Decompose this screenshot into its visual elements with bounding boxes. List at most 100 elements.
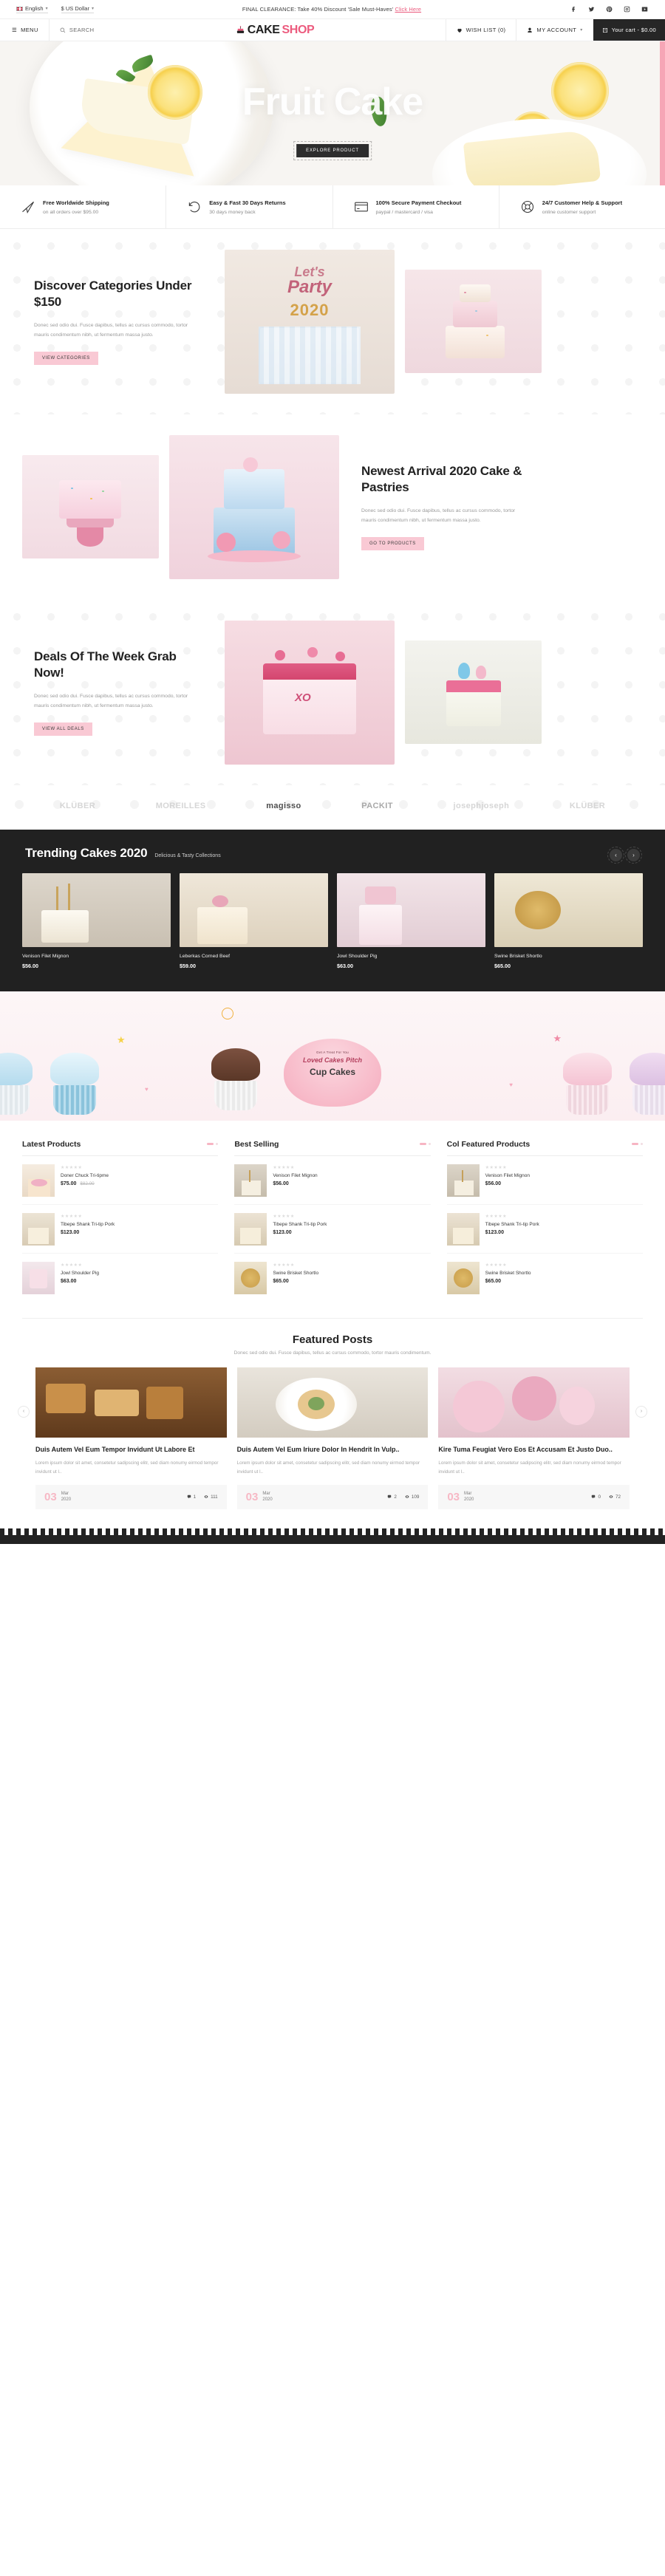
- promo-image-xo-cake[interactable]: XO: [225, 620, 395, 765]
- product-list-item[interactable]: ★★★★★ Jowl Shoulder Pig $63.00: [22, 1254, 218, 1302]
- nav-spacer-left: [104, 19, 225, 41]
- site-logo[interactable]: CAKE SHOP: [225, 19, 325, 41]
- view-categories-button[interactable]: VIEW CATEGORIES: [34, 352, 98, 366]
- menu-button[interactable]: ☰ MENU: [0, 19, 50, 41]
- column-carousel-dots[interactable]: [207, 1143, 219, 1146]
- promo-image-party-sign[interactable]: Let's Party 2020: [225, 249, 395, 394]
- post-meta: 03 Mar 2020 1 111: [35, 1484, 227, 1510]
- currency-selector[interactable]: $ US Dollar ▾: [61, 5, 94, 13]
- frosting-swirl-decor: [307, 646, 318, 657]
- promo-image-blue-tier-cake[interactable]: [169, 434, 339, 579]
- search-button[interactable]: SEARCH: [50, 19, 105, 41]
- cupcake-decor: [630, 1052, 665, 1115]
- product-card[interactable]: Venison Filet Mignon $56.00: [22, 872, 171, 969]
- footer-zigzag-divider: [0, 1528, 665, 1536]
- promo-image-pink-cake[interactable]: [22, 455, 159, 559]
- account-label: MY ACCOUNT: [536, 27, 577, 33]
- cart-button[interactable]: Your cart - $0.00: [593, 19, 665, 41]
- wishlist-button[interactable]: WISH LIST (0): [445, 19, 516, 41]
- blog-post-card[interactable]: Duis Autem Vel Eum Tempor Invidunt Ut La…: [35, 1367, 227, 1510]
- post-month: Mar: [464, 1491, 472, 1496]
- column-carousel-dots[interactable]: [419, 1143, 431, 1146]
- youtube-icon[interactable]: [641, 5, 649, 13]
- product-name: Venison Filet Mignon: [22, 953, 69, 959]
- product-list-item[interactable]: ★★★★★ Venison Filet Mignon $56.00: [234, 1156, 431, 1205]
- main-navigation: ☰ MENU SEARCH CAKE SHOP WISH LIST (0) MY…: [0, 19, 665, 41]
- product-name: Swine Brisket Shortlo: [485, 1270, 531, 1276]
- post-comments: 0: [591, 1494, 601, 1500]
- post-year: 2020: [262, 1497, 273, 1503]
- product-card[interactable]: Swine Brisket Shortlo $65.00: [494, 872, 643, 969]
- column-carousel-dots[interactable]: [631, 1143, 643, 1146]
- party-sign-line2: Party: [287, 276, 332, 297]
- product-list-item[interactable]: ★★★★★ Swine Brisket Shortlo $65.00: [446, 1254, 643, 1302]
- carousel-next-button[interactable]: ›: [625, 846, 642, 864]
- blog-post-card[interactable]: Duis Autem Vel Eum Iriure Dolor In Hendr…: [236, 1367, 429, 1510]
- brand-logo[interactable]: KLÜBER: [60, 802, 95, 810]
- views-count: 111: [211, 1494, 218, 1500]
- product-price: $123.00: [273, 1230, 430, 1235]
- cart-label: Your cart - $0.00: [611, 27, 656, 33]
- promo-section-categories: Discover Categories Under $150 Donec sed…: [0, 228, 665, 414]
- cupcake-promo-banner[interactable]: ★ ★ ♥ ♥ Get A Treat For You Loved Cakes …: [0, 991, 665, 1121]
- sprinkle-decor: [102, 491, 104, 492]
- feature-subtitle: 30 days money back: [209, 209, 256, 215]
- product-list-item[interactable]: ★★★★★ Tibepe Shank Tri-tip Pork $123.00: [234, 1205, 431, 1254]
- brand-logo[interactable]: KLÜBER: [570, 802, 605, 810]
- account-button[interactable]: MY ACCOUNT ▾: [516, 19, 593, 41]
- product-list-item[interactable]: ★★★★★ Venison Filet Mignon $56.00: [446, 1156, 643, 1205]
- product-column-featured: Col Featured Products ★★★★★ Venison File…: [446, 1139, 643, 1302]
- column-title: Best Selling: [234, 1139, 279, 1149]
- promo-image-tiered-cake[interactable]: [405, 270, 542, 374]
- product-list-item[interactable]: ★★★★★ Swine Brisket Shortlo $65.00: [234, 1254, 430, 1302]
- product-list-item[interactable]: ★★★★★ Tibepe Shank Tri-tip Pork $123.00: [446, 1205, 643, 1254]
- features-bar: Free Worldwide Shipping on all orders ov…: [0, 185, 665, 229]
- product-card[interactable]: Leberkas Corned Beef $59.00: [180, 872, 328, 969]
- cake-tier-decor: [453, 301, 497, 328]
- credit-card-icon: [354, 199, 369, 214]
- sprinkle-decor: [486, 335, 488, 336]
- carousel-prev-button[interactable]: ‹: [607, 846, 624, 864]
- carousel-dot[interactable]: [216, 1143, 219, 1146]
- brand-logo[interactable]: josephjoseph: [454, 802, 510, 810]
- carousel-dot-active[interactable]: [631, 1143, 638, 1146]
- product-list-item[interactable]: ★★★★★ Doner Chuck Tri-tipme $75.00 $82.00: [22, 1156, 219, 1205]
- promo-image-drip-cake[interactable]: [405, 640, 542, 745]
- price-old: $82.00: [80, 1181, 95, 1186]
- footer-top-edge: [0, 1535, 665, 1545]
- nav-spacer-right: [324, 19, 445, 41]
- trending-cakes-section: Trending Cakes 2020 Delicious & Tasty Co…: [0, 829, 665, 991]
- post-title: Duis Autem Vel Eum Tempor Invidunt Ut La…: [35, 1445, 195, 1453]
- brand-logo[interactable]: MOREILLES: [156, 802, 206, 810]
- post-day: 03: [245, 1490, 259, 1503]
- posts-prev-button[interactable]: ‹: [18, 1405, 30, 1418]
- feature-title: 24/7 Customer Help & Support: [542, 199, 623, 206]
- rating-stars: ★★★★★: [273, 1263, 295, 1268]
- promo-link[interactable]: Click Here: [395, 6, 421, 13]
- instagram-icon[interactable]: [623, 5, 631, 13]
- product-card[interactable]: Jowl Shoulder Pig $63.00: [337, 872, 485, 969]
- language-selector[interactable]: English ▾: [16, 5, 48, 13]
- language-label: English: [25, 5, 44, 12]
- price-current: $123.00: [485, 1229, 504, 1235]
- brand-logo[interactable]: magisso: [266, 802, 301, 810]
- facebook-icon[interactable]: [570, 5, 578, 13]
- go-to-products-button[interactable]: GO TO PRODUCTS: [361, 537, 424, 551]
- view-all-deals-button[interactable]: VIEW ALL DEALS: [34, 722, 92, 737]
- carousel-dot-active[interactable]: [207, 1143, 214, 1146]
- posts-next-button[interactable]: ›: [635, 1405, 647, 1418]
- brand-logos-strip: KLÜBER MOREILLES magisso PACKIT josephjo…: [0, 785, 665, 830]
- column-title: Col Featured Products: [446, 1139, 531, 1149]
- hero-cta-button[interactable]: EXPLORE PRODUCT: [293, 141, 372, 160]
- carousel-dot-active[interactable]: [419, 1143, 426, 1146]
- cake-tier-decor: [59, 480, 121, 519]
- post-title: Kire Tuma Feugiat Vero Eos Et Accusam Et…: [438, 1445, 613, 1453]
- brand-logo[interactable]: PACKIT: [361, 802, 393, 810]
- carousel-dot[interactable]: [640, 1143, 643, 1146]
- post-image: [438, 1367, 630, 1438]
- product-list-item[interactable]: ★★★★★ Tibepe Shank Tri-tip Pork $123.00: [22, 1205, 219, 1254]
- twitter-icon[interactable]: [587, 5, 596, 13]
- carousel-dot[interactable]: [428, 1143, 431, 1146]
- blog-post-card[interactable]: Kire Tuma Feugiat Vero Eos Et Accusam Et…: [438, 1367, 630, 1510]
- pinterest-icon[interactable]: [605, 5, 613, 13]
